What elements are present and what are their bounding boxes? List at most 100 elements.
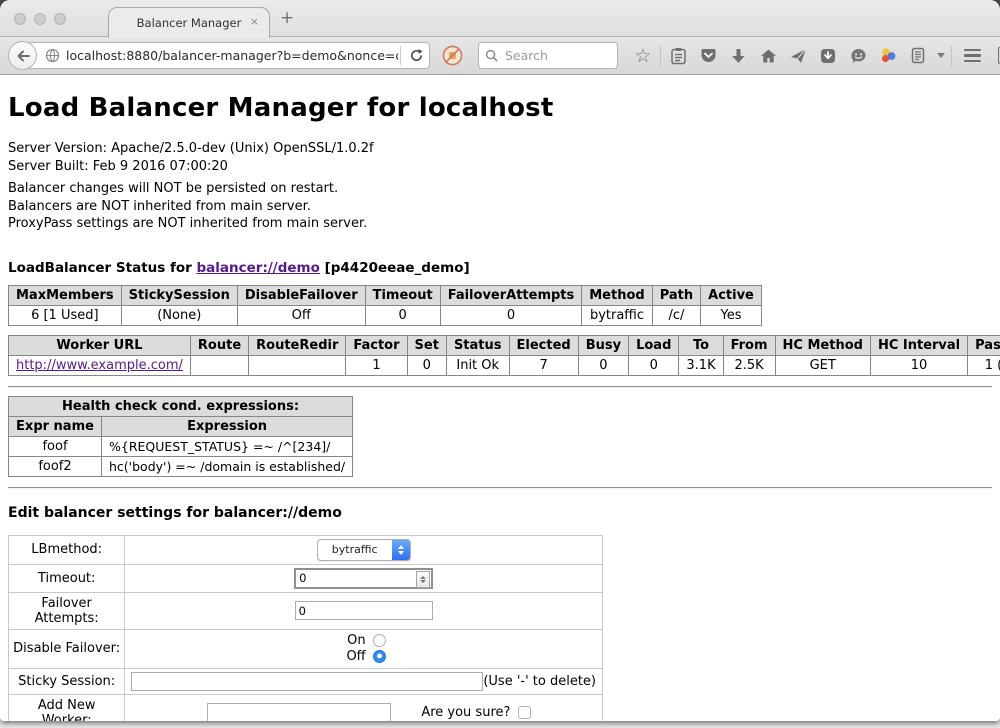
- tab-title: Balancer Manager: [137, 16, 242, 30]
- zoom-window-button[interactable]: [54, 13, 66, 25]
- feedback-smiley-icon[interactable]: [843, 37, 873, 74]
- notice-line: Balancer changes will NOT be persisted o…: [8, 180, 992, 198]
- number-spinner-icon[interactable]: [416, 571, 430, 588]
- url-text[interactable]: localhost:8880/balancer-manager?b=demo&n…: [66, 48, 398, 63]
- cell-expression: hc('body') =~ /domain is established/: [102, 456, 353, 476]
- balancer-status-table: MaxMembers StickySession DisableFailover…: [8, 285, 762, 326]
- select-stepper-icon: [392, 540, 410, 560]
- notice-line: ProxyPass settings are NOT inherited fro…: [8, 215, 992, 233]
- col-maxmembers: MaxMembers: [9, 285, 122, 305]
- session-clipboard-icon[interactable]: [903, 37, 933, 74]
- col-failoverattempts: FailoverAttempts: [440, 285, 582, 305]
- col-route: Route: [190, 335, 248, 355]
- edit-settings-heading: Edit balancer settings for balancer://de…: [8, 505, 992, 521]
- overflow-chevron-icon[interactable]: [933, 37, 949, 74]
- col-passes: Passes: [968, 335, 1000, 355]
- cell-method: bytraffic: [582, 305, 652, 325]
- radio-off-label: Off: [342, 649, 366, 665]
- home-icon[interactable]: [753, 37, 783, 74]
- cell-failoverattempts: 0: [440, 305, 582, 325]
- form-row-failover-attempts: Failover Attempts:: [9, 592, 603, 629]
- form-row-disable-failover: Disable Failover: On Off: [9, 629, 603, 668]
- balancer-demo-link[interactable]: balancer://demo: [197, 260, 320, 276]
- health-table-title: Health check cond. expressions:: [9, 396, 353, 416]
- search-input[interactable]: [503, 47, 611, 64]
- col-disablefailover: DisableFailover: [237, 285, 365, 305]
- cell-stickysession: (None): [121, 305, 237, 325]
- col-path: Path: [652, 285, 700, 305]
- close-window-button[interactable]: [14, 13, 26, 25]
- pocket-glyph-icon: [700, 48, 717, 64]
- receipt-list-icon: [911, 47, 925, 64]
- timeout-input[interactable]: [294, 568, 433, 589]
- status-suffix: [p4420eeae_demo]: [320, 260, 470, 276]
- table-title-row: Health check cond. expressions:: [9, 396, 353, 416]
- col-hc-interval: HC Interval: [870, 335, 967, 355]
- bookmark-star-icon[interactable]: ☆: [628, 37, 658, 74]
- failover-attempts-input[interactable]: [295, 601, 433, 620]
- cell-to: 3.1K: [679, 355, 723, 375]
- table-row: 6 [1 Used] (None) Off 0 0 bytraffic /c/ …: [9, 305, 762, 325]
- cell-path: /c/: [652, 305, 700, 325]
- reading-list-icon[interactable]: [663, 37, 693, 74]
- lbmethod-select[interactable]: bytraffic: [317, 539, 411, 561]
- cell-expression: %{REQUEST_STATUS} =~ /^[234]/: [102, 436, 353, 456]
- notice-line: Balancers are NOT inherited from main se…: [8, 198, 992, 216]
- send-tab-icon[interactable]: [783, 37, 813, 74]
- tab-close-icon[interactable]: ×: [250, 16, 259, 28]
- three-color-dots-icon: [880, 47, 897, 64]
- worker-row: http://www.example.com/ 1 0 Init Ok 7 0 …: [9, 355, 1000, 375]
- new-tab-button[interactable]: +: [280, 10, 294, 27]
- col-elected: Elected: [509, 335, 578, 355]
- menu-button[interactable]: [954, 37, 990, 74]
- add-worker-label: Add New Worker:: [9, 694, 125, 721]
- site-identity-globe-icon: [45, 48, 60, 63]
- house-icon: [760, 48, 777, 64]
- table-row: foof %{REQUEST_STATUS} =~ /^[234]/: [9, 436, 353, 456]
- sticky-session-hint: (Use '-' to delete): [483, 674, 598, 689]
- table-header-row: Worker URL Route RouteRedir Factor Set S…: [9, 335, 1000, 355]
- tab-groups-button[interactable]: [990, 37, 1000, 74]
- disable-failover-off-radio[interactable]: [373, 650, 386, 663]
- section-divider: [8, 386, 992, 388]
- server-version-line: Server Version: Apache/2.5.0-dev (Unix) …: [8, 140, 992, 158]
- form-row-timeout: Timeout:: [9, 564, 603, 592]
- tab-balancer-manager[interactable]: Balancer Manager ×: [108, 7, 270, 38]
- minimize-window-button[interactable]: [34, 13, 46, 25]
- caret-down-shape: [937, 53, 945, 58]
- urlbar-separator: [400, 46, 401, 65]
- worker-url-link[interactable]: http://www.example.com/: [16, 358, 183, 373]
- failover-attempts-label: Failover Attempts:: [9, 592, 125, 629]
- disable-failover-on-radio[interactable]: [373, 634, 386, 647]
- balancer-notices: Balancer changes will NOT be persisted o…: [8, 180, 992, 233]
- cell-active: Yes: [701, 305, 762, 325]
- pocket-icon[interactable]: [693, 37, 723, 74]
- page-title: Load Balancer Manager for localhost: [8, 93, 992, 123]
- cell-from: 2.5K: [723, 355, 775, 375]
- url-bar[interactable]: localhost:8880/balancer-manager?b=demo&n…: [22, 42, 430, 69]
- col-to: To: [679, 335, 723, 355]
- col-set: Set: [407, 335, 446, 355]
- status-prefix: LoadBalancer Status for: [8, 260, 197, 276]
- col-routeredir: RouteRedir: [249, 335, 346, 355]
- down-arrow-icon: [731, 48, 746, 64]
- lbmethod-label: LBmethod:: [9, 535, 125, 564]
- are-you-sure-label: Are you sure?: [421, 705, 510, 720]
- add-worker-input[interactable]: [207, 703, 391, 721]
- are-you-sure-checkbox[interactable]: [518, 706, 531, 719]
- sticky-session-input[interactable]: [131, 672, 483, 691]
- cell-set: 0: [407, 355, 446, 375]
- content-blocker-icon[interactable]: [442, 45, 463, 66]
- browser-window: Balancer Manager × + localhost:8880/bala…: [0, 0, 1000, 721]
- col-status: Status: [446, 335, 509, 355]
- extension-colordots-icon[interactable]: [873, 37, 903, 74]
- form-row-add-worker: Add New Worker: Are you sure?: [9, 694, 603, 721]
- sticky-session-label: Sticky Session:: [9, 668, 125, 694]
- search-bar[interactable]: [478, 42, 618, 69]
- back-button[interactable]: [8, 41, 37, 70]
- cell-passes: 1 (0): [968, 355, 1000, 375]
- install-download-icon[interactable]: [813, 37, 843, 74]
- col-factor: Factor: [346, 335, 407, 355]
- reload-button[interactable]: [403, 48, 429, 63]
- downloads-icon[interactable]: [723, 37, 753, 74]
